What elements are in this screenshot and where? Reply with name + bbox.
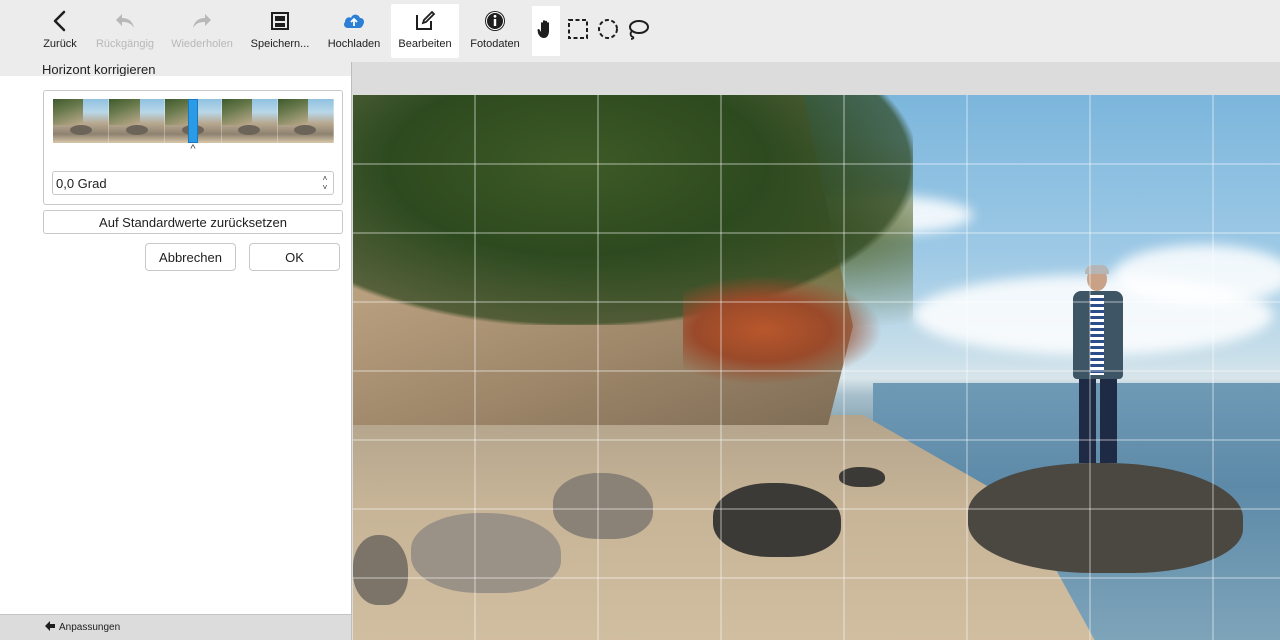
rect-select-icon	[567, 18, 589, 45]
edit-icon	[411, 7, 439, 35]
hand-tool[interactable]	[532, 6, 560, 56]
photo-data-label: Fotodaten	[470, 38, 520, 50]
hand-icon	[537, 19, 555, 44]
arrow-left-icon	[45, 621, 55, 634]
angle-stepper[interactable]: ˄ ˅	[319, 173, 331, 193]
panel-title: Horizont korrigieren	[42, 62, 156, 77]
filmstrip-thumb	[277, 99, 334, 143]
ellipse-select-tool[interactable]	[596, 17, 620, 45]
toolbar: Zurück Rückgängig Wiederholen Speichern.…	[0, 0, 1280, 62]
redo-icon	[188, 7, 216, 35]
cloud-upload-icon	[340, 7, 368, 35]
photo-data-button[interactable]: Fotodaten	[468, 4, 522, 58]
stepper-up-icon[interactable]: ˄	[323, 174, 328, 183]
redo-button[interactable]: Wiederholen	[170, 4, 234, 58]
selection-tools	[530, 6, 650, 56]
filmstrip-thumb	[221, 99, 278, 143]
autumn-foliage	[683, 275, 883, 385]
undo-button[interactable]: Rückgängig	[94, 4, 156, 58]
lasso-icon	[626, 18, 650, 45]
save-button[interactable]: Speichern...	[250, 4, 310, 58]
adjustments-label: Anpassungen	[59, 622, 121, 633]
reset-defaults-button[interactable]: Auf Standardwerte zurücksetzen	[43, 210, 343, 234]
chevron-left-icon	[46, 7, 74, 35]
slider-handle[interactable]	[188, 99, 198, 143]
large-rock	[968, 463, 1243, 573]
person	[1063, 265, 1133, 467]
slider-caret-icon: ^	[190, 143, 196, 155]
info-icon	[481, 7, 509, 35]
save-label: Speichern...	[250, 38, 310, 50]
filmstrip-thumb	[109, 99, 166, 143]
angle-value: 0,0 Grad	[56, 176, 107, 191]
ellipse-select-icon	[597, 18, 619, 45]
stepper-down-icon[interactable]: ˅	[323, 183, 328, 192]
upload-button[interactable]: Hochladen	[326, 4, 382, 58]
rock	[713, 483, 841, 557]
save-icon	[266, 7, 294, 35]
back-label: Zurück	[43, 38, 77, 50]
angle-field[interactable]: 0,0 Grad ˄ ˅	[52, 171, 334, 195]
ok-button[interactable]: OK	[249, 243, 340, 271]
filmstrip-thumb	[53, 99, 110, 143]
cancel-button[interactable]: Abbrechen	[145, 243, 236, 271]
horizon-slider: ^ 0,0 Grad ˄ ˅	[43, 90, 343, 205]
rock	[353, 535, 408, 605]
adjustments-bar[interactable]: Anpassungen	[0, 614, 351, 640]
back-button[interactable]: Zurück	[40, 4, 80, 58]
edit-label: Bearbeiten	[398, 38, 452, 50]
rect-select-tool[interactable]	[566, 17, 590, 45]
rock	[411, 513, 561, 593]
lasso-tool[interactable]	[626, 17, 650, 45]
horizon-panel: ^ 0,0 Grad ˄ ˅ Auf Standardwerte zurücks…	[0, 76, 351, 614]
undo-label: Rückgängig	[95, 38, 155, 50]
edit-button[interactable]: Bearbeiten	[391, 4, 459, 58]
redo-label: Wiederholen	[171, 38, 233, 50]
undo-icon	[111, 7, 139, 35]
upload-label: Hochladen	[327, 38, 381, 50]
photo-canvas[interactable]	[353, 95, 1280, 640]
cloud	[1113, 245, 1280, 305]
rock	[553, 473, 653, 539]
rock	[839, 467, 885, 487]
